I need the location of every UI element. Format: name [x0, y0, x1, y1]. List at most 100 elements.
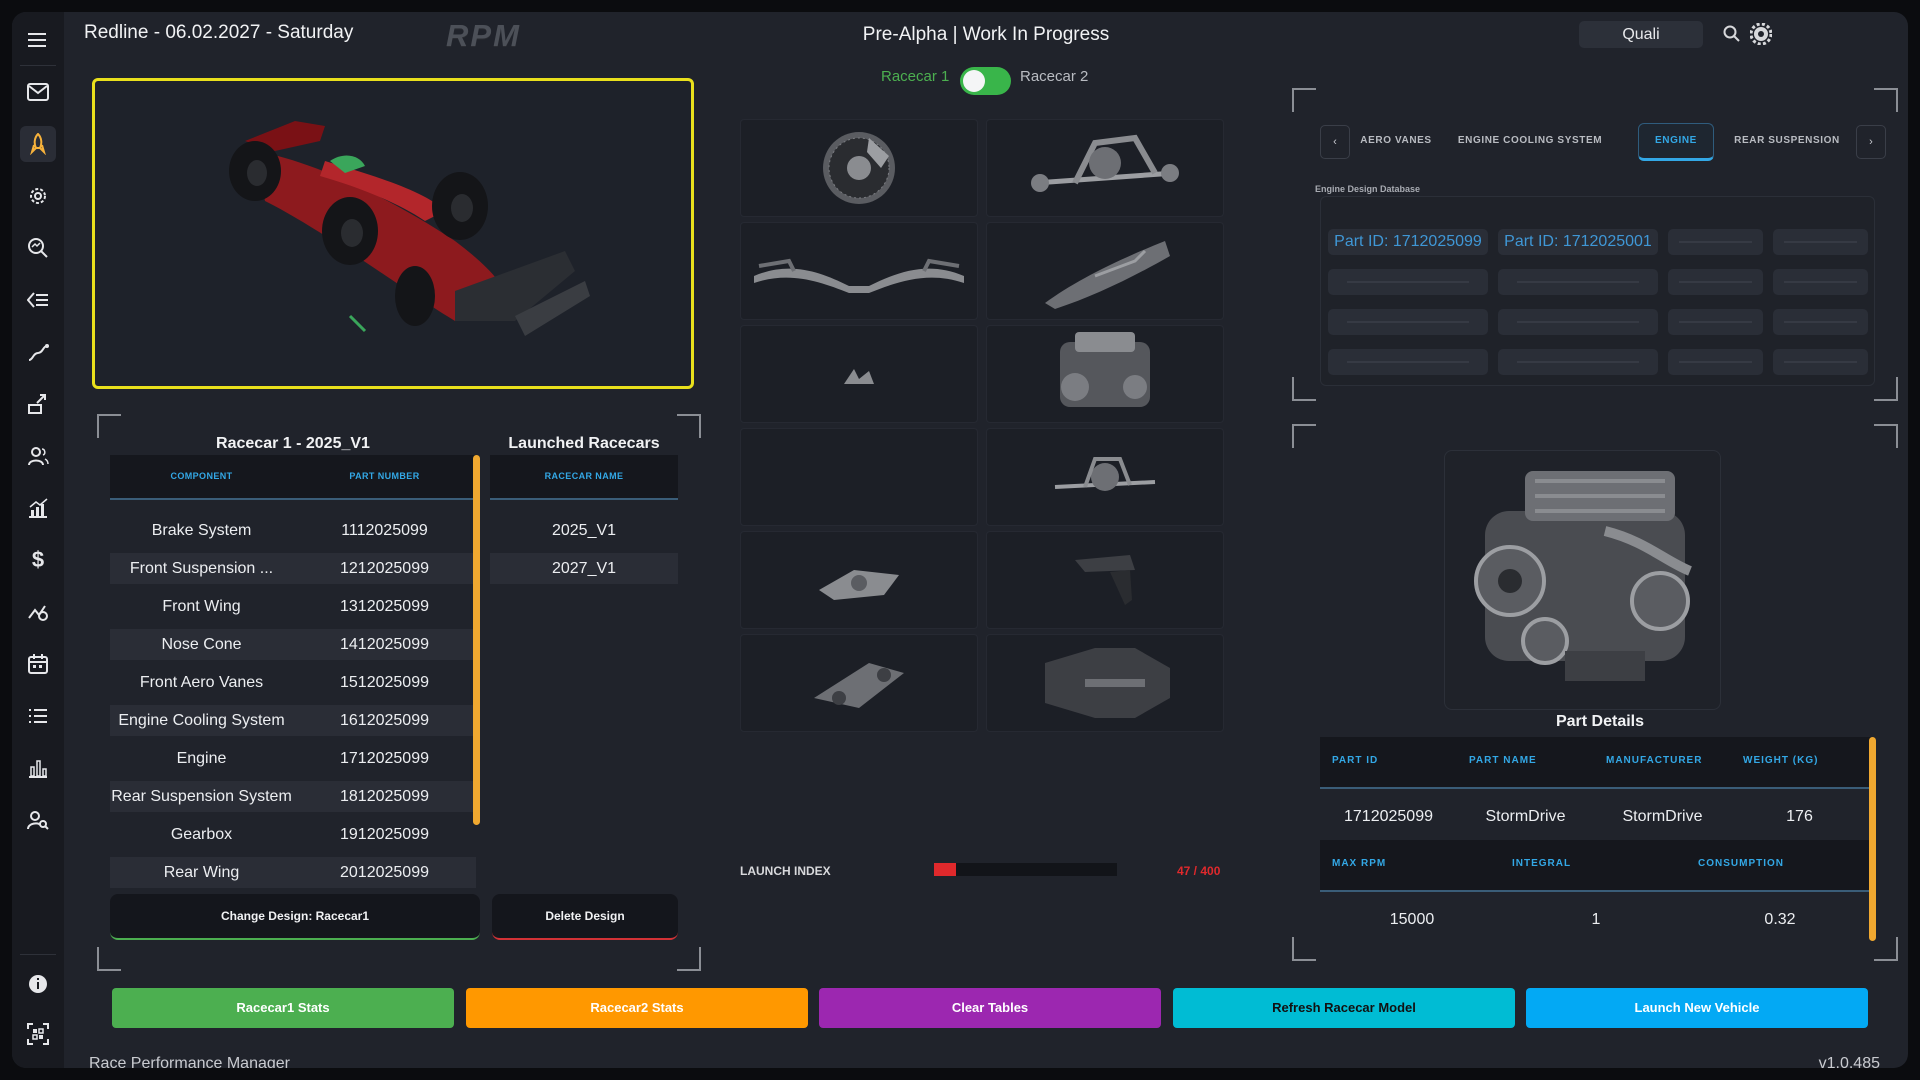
component-cell: Gearbox — [170, 825, 233, 843]
racecar-name-cell: 2025_V1 — [551, 521, 617, 539]
table-row[interactable]: Brake System 1112025099 — [110, 515, 476, 546]
launch-new-vehicle-button[interactable]: Launch New Vehicle — [1526, 988, 1868, 1028]
tab-engine-cooling-system[interactable]: ENGINE COOLING SYSTEM — [1450, 123, 1610, 159]
component-cell: Brake System — [151, 521, 252, 539]
gear-icon[interactable] — [20, 178, 56, 214]
sidebar-divider — [20, 65, 56, 66]
part-id-placeholder — [1773, 349, 1868, 375]
part-id-placeholder — [1773, 229, 1868, 255]
part-rear-suspension[interactable] — [986, 428, 1224, 526]
racecar-3d-preview[interactable] — [92, 78, 694, 389]
component-cell: Front Aero Vanes — [139, 673, 264, 691]
part-engine-cooling-system[interactable] — [740, 428, 978, 526]
tab-aero-vanes[interactable]: AERO VANES — [1356, 123, 1436, 159]
part-chassis[interactable] — [986, 634, 1224, 732]
part-number-cell: 1812025099 — [340, 787, 429, 805]
column-header: INTEGRAL — [1512, 858, 1572, 869]
refresh-model-button[interactable]: Refresh Racecar Model — [1173, 988, 1515, 1028]
component-cell: Engine Cooling System — [118, 711, 285, 729]
part-front-aero-vanes[interactable] — [740, 325, 978, 423]
users-icon[interactable] — [20, 438, 56, 474]
part-id-placeholder — [1668, 269, 1763, 295]
dollar-icon[interactable]: $ — [20, 542, 56, 578]
upgrade-icon[interactable] — [20, 386, 56, 422]
tab-rear-suspension[interactable]: REAR SUSPENSION — [1726, 123, 1848, 159]
part-id-placeholder — [1498, 269, 1658, 295]
bar-chart-icon[interactable] — [20, 750, 56, 786]
floor-image — [814, 663, 904, 708]
tab-prev-icon[interactable]: ‹ — [1320, 125, 1350, 159]
part-id-chip[interactable]: Part ID: 1712025001 — [1498, 229, 1658, 255]
part-number-cell: 1412025099 — [340, 635, 429, 653]
table-row[interactable]: Rear Suspension System 1812025099 — [110, 781, 476, 812]
component-cell: Front Suspension ... — [129, 559, 274, 577]
user-search-icon[interactable] — [20, 802, 56, 838]
panel-corner — [1292, 88, 1316, 112]
table-row[interactable]: Engine 1712025099 — [110, 743, 476, 774]
rear-suspension-image — [1054, 457, 1156, 491]
racecar-toggle[interactable] — [960, 67, 1011, 95]
telemetry-icon[interactable] — [20, 594, 56, 630]
scan-icon[interactable] — [20, 1016, 56, 1052]
session-mode-select[interactable]: Quali — [1579, 21, 1703, 48]
table-row[interactable]: Nose Cone 1412025099 — [110, 629, 476, 660]
rocket-icon[interactable] — [20, 126, 56, 162]
chart-icon[interactable] — [20, 490, 56, 526]
list-icon[interactable] — [20, 698, 56, 734]
part-engine[interactable] — [986, 325, 1224, 423]
tab-next-icon[interactable]: › — [1856, 125, 1886, 159]
table-row[interactable]: 2027_V1 — [490, 553, 678, 584]
table-row[interactable]: Rear Wing 2012025099 — [110, 857, 476, 888]
part-front-wing[interactable] — [740, 222, 978, 320]
design-table-title: Racecar 1 - 2025_V1 — [216, 435, 370, 452]
table-row[interactable]: Gearbox 1912025099 — [110, 819, 476, 850]
delete-design-button[interactable]: Delete Design — [492, 894, 678, 940]
engine-thumb-image — [1060, 331, 1150, 407]
list-back-icon[interactable] — [20, 282, 56, 318]
part-details-header-2: MAX RPM INTEGRAL CONSUMPTION — [1320, 840, 1873, 892]
column-header[interactable]: PART NUMBER — [293, 455, 476, 497]
table-row[interactable]: 2025_V1 — [490, 515, 678, 546]
racecar2-stats-button[interactable]: Racecar2 Stats — [466, 988, 808, 1028]
column-header[interactable]: RACECAR NAME — [490, 455, 678, 497]
tab-engine[interactable]: ENGINE — [1638, 123, 1714, 161]
component-cell: Nose Cone — [161, 635, 242, 653]
search-icon[interactable] — [1720, 22, 1744, 46]
column-header[interactable]: COMPONENT — [110, 455, 293, 497]
mail-icon[interactable] — [20, 74, 56, 110]
info-icon[interactable] — [20, 966, 56, 1002]
sidebar-divider — [20, 954, 56, 955]
column-header: MANUFACTURER — [1606, 755, 1703, 766]
clear-tables-button[interactable]: Clear Tables — [819, 988, 1161, 1028]
component-cell: Rear Wing — [163, 863, 240, 881]
part-brake-disc[interactable] — [740, 119, 978, 217]
menu-icon[interactable] — [20, 22, 56, 58]
settings-gear-icon[interactable] — [1749, 22, 1773, 46]
design-table-scrollbar[interactable] — [473, 455, 480, 825]
consumption-value: 0.32 — [1764, 911, 1796, 928]
part-details-scrollbar[interactable] — [1869, 737, 1876, 941]
engine-db-panel: Part ID: 1712025099 Part ID: 1712025001 — [1320, 196, 1875, 386]
part-floor[interactable] — [740, 634, 978, 732]
component-cell: Engine — [176, 749, 227, 767]
panel-corner — [1292, 424, 1316, 448]
max-rpm-value: 15000 — [1389, 911, 1435, 928]
change-design-button[interactable]: Change Design: Racecar1 — [110, 894, 480, 940]
table-row[interactable]: Front Aero Vanes 1512025099 — [110, 667, 476, 698]
part-id-chip[interactable]: Part ID: 1712025099 — [1328, 229, 1488, 255]
part-front-suspension[interactable] — [986, 119, 1224, 217]
table-row[interactable]: Front Suspension ... 1212025099 — [110, 553, 476, 584]
app-window: $ Redline - 06.02.2027 - Saturday RPM Pr… — [12, 12, 1908, 1068]
launch-index-fill — [934, 863, 956, 876]
table-row[interactable]: Front Wing 1312025099 — [110, 591, 476, 622]
table-row[interactable]: Engine Cooling System 1612025099 — [110, 705, 476, 736]
calendar-icon[interactable] — [20, 646, 56, 682]
part-nose-cone[interactable] — [986, 222, 1224, 320]
part-gearbox[interactable] — [740, 531, 978, 629]
part-id-placeholder — [1498, 349, 1658, 375]
racecar1-stats-button[interactable]: Racecar1 Stats — [112, 988, 454, 1028]
part-rear-wing[interactable] — [986, 531, 1224, 629]
track-icon[interactable] — [20, 334, 56, 370]
search-analytics-icon[interactable] — [20, 230, 56, 266]
part-name-value: StormDrive — [1485, 808, 1566, 825]
